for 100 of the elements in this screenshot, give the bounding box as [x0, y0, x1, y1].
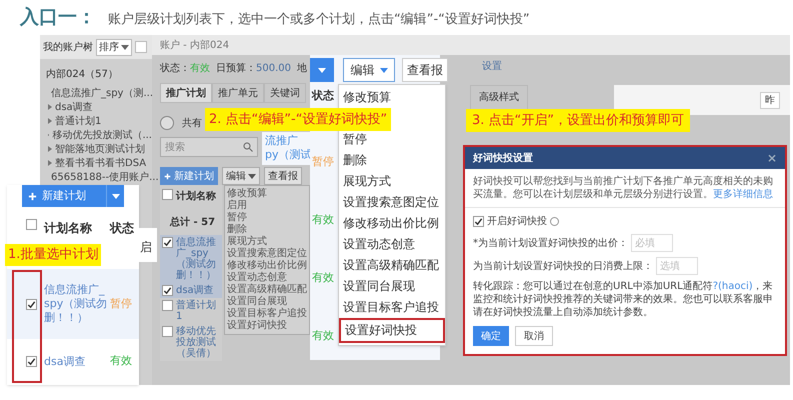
menu-item[interactable]: 展现方式	[225, 236, 309, 248]
report-button[interactable]: 查看报	[402, 58, 448, 82]
column-header: 计划名称	[176, 190, 216, 204]
checkbox[interactable]	[162, 237, 173, 248]
sort-button[interactable]: 排序	[96, 38, 132, 56]
status-text: 暂停	[110, 296, 132, 312]
menu-item[interactable]: 展现方式	[339, 171, 445, 192]
caret-icon	[380, 68, 388, 72]
field-label: 为当前计划设置好词快投的日消费上限：	[473, 260, 653, 274]
checkbox-label: 开启好词快投	[487, 214, 547, 229]
tree-title: 我的账户树	[43, 40, 93, 54]
checkbox[interactable]	[162, 326, 173, 337]
expand-arrow-icon[interactable]	[48, 160, 52, 166]
callout-label: 3. 点击“开启”，设置出价和预算即可	[466, 109, 690, 132]
status-text: 有效	[312, 329, 334, 342]
tracking-note: 转化跟踪：您可以通过在创意的URL中添加URL通配符?(haoci)，来监控和统计好词快投推荐的关键词带来的效果。您也可以联系客服申请在好词快投流量上自动添加统计参数。	[473, 280, 774, 319]
menu-item[interactable]: 暂停	[339, 129, 445, 150]
menu-item[interactable]: 设置高级精确匹配	[225, 284, 309, 296]
menu-item[interactable]: 设置好词快投	[225, 320, 309, 332]
tab[interactable]: 关键词	[264, 83, 306, 103]
menu-item[interactable]: 设置同台展现	[225, 296, 309, 308]
cancel-button[interactable]: 取消	[515, 326, 553, 346]
close-button[interactable]: ×	[766, 149, 777, 167]
checkbox[interactable]	[473, 216, 484, 227]
menu-item[interactable]: 设置搜索意图定位	[225, 248, 309, 260]
menu-item[interactable]: 设置好词快投	[339, 318, 445, 343]
column-header: 昨	[760, 92, 780, 108]
checkbox[interactable]	[26, 356, 37, 367]
input-field[interactable]: 选填	[656, 257, 698, 275]
tree-item[interactable]: dsa调查	[55, 100, 93, 114]
menu-item[interactable]: 修改移动出价比例	[225, 260, 309, 272]
menu-item[interactable]: 暂停	[225, 212, 309, 224]
settings-link[interactable]: 设置	[482, 59, 502, 74]
tree-item[interactable]: 65658188--使用账户...	[51, 170, 159, 184]
tree-item[interactable]: 信息流推广_spy（测...	[51, 86, 154, 100]
info-icon	[160, 116, 174, 130]
menu-item[interactable]: 修改移动出价比例	[339, 213, 445, 234]
region-label: 地	[297, 62, 307, 76]
expand-arrow-icon[interactable]	[48, 104, 52, 110]
menu-item[interactable]: 删除	[225, 224, 309, 236]
tab[interactable]: 推广单元	[212, 83, 264, 103]
menu-item[interactable]: 设置动态创意	[339, 234, 445, 255]
expand-arrow-icon[interactable]	[48, 118, 52, 124]
confirm-button[interactable]: 确定	[473, 326, 509, 346]
status-text: 有效	[312, 213, 334, 226]
tree-root[interactable]: 内部024（57）	[40, 59, 152, 86]
report-button[interactable]: 查看报	[264, 167, 302, 185]
dropdown-arrow-button[interactable]	[310, 58, 334, 82]
breadcrumb: 账户 - 内部024	[152, 35, 790, 55]
checkbox[interactable]	[26, 298, 37, 310]
tree-item[interactable]: 普通计划1	[55, 114, 102, 128]
checkbox[interactable]	[162, 189, 173, 200]
plus-icon	[164, 172, 171, 180]
status-text: 有效	[312, 271, 334, 284]
tree-item[interactable]: 整看书看书看书DSA	[55, 156, 146, 170]
callout-label: 1.批量选中计划	[5, 244, 102, 266]
more-info-link[interactable]: 更多详细信息	[713, 189, 773, 200]
heading-label: 入口一：	[20, 5, 96, 30]
tree-item[interactable]: 移动优先投放测试（...	[52, 128, 152, 142]
status-text: 暂停	[312, 155, 334, 168]
input-field[interactable]: 必填	[631, 234, 673, 252]
edit-button[interactable]: 编辑	[343, 58, 395, 82]
menu-item[interactable]: 修改预算	[339, 87, 445, 108]
dialog-title: 好词快投设置	[473, 152, 533, 166]
checkbox[interactable]	[162, 285, 173, 296]
menu-item[interactable]: 设置同台展现	[339, 276, 445, 297]
callout-label: 2. 点击“编辑”-“设置好词快投”	[205, 108, 392, 131]
caret-icon	[121, 44, 129, 50]
summary-text: 共有	[182, 116, 202, 130]
plus-icon	[28, 192, 37, 200]
plan-name[interactable]: 信息流推广_spy（测试勿删！！）	[44, 283, 108, 325]
caret-icon	[318, 68, 326, 72]
tab[interactable]: 推广计划	[160, 83, 212, 103]
new-plan-button[interactable]: 新建计划	[22, 185, 124, 207]
info-icon	[550, 217, 559, 226]
dialog-description: 好词快投可以帮您找到与当前推广计划下各推广单元高度相关的未购买流量。您可以在计划层级和单元层级分别进行设置。更多详细信息	[465, 169, 785, 208]
wildcard-link[interactable]: ?(haoci)	[712, 281, 753, 292]
menu-item[interactable]: 设置目标客户追投	[225, 308, 309, 320]
plan-name[interactable]: dsa调查	[44, 354, 108, 368]
caret-icon	[112, 194, 120, 198]
tree-item[interactable]: 智能落地页测试计划	[55, 142, 145, 156]
plan-name[interactable]: 普通计划1	[176, 300, 220, 322]
status-text: 有效	[110, 353, 132, 370]
column-header: 计划名称	[44, 220, 93, 237]
menu-item[interactable]: 修改预算	[225, 188, 309, 200]
new-plan-button[interactable]: 新建计划	[160, 167, 218, 185]
menu-item[interactable]: 设置搜索意图定位	[339, 192, 445, 213]
menu-item[interactable]: 设置目标客户追投	[339, 297, 445, 318]
edit-button[interactable]: 编辑	[222, 167, 260, 185]
checkbox[interactable]	[26, 219, 37, 230]
total-row: 总计 - 57	[170, 217, 216, 228]
menu-item[interactable]: 设置高级精确匹配	[339, 255, 445, 276]
expand-arrow-icon[interactable]	[48, 146, 52, 152]
field-label: *为当前计划设置好词快投的出价：	[473, 236, 628, 250]
status-text: 启	[140, 239, 152, 256]
menu-item[interactable]: 启用	[225, 200, 309, 212]
plan-name[interactable]: 移动优先投放测试（吴倩）	[176, 326, 220, 359]
menu-item[interactable]: 删除	[339, 150, 445, 171]
menu-item[interactable]: 设置动态创意	[225, 272, 309, 284]
checkbox[interactable]	[162, 300, 173, 311]
